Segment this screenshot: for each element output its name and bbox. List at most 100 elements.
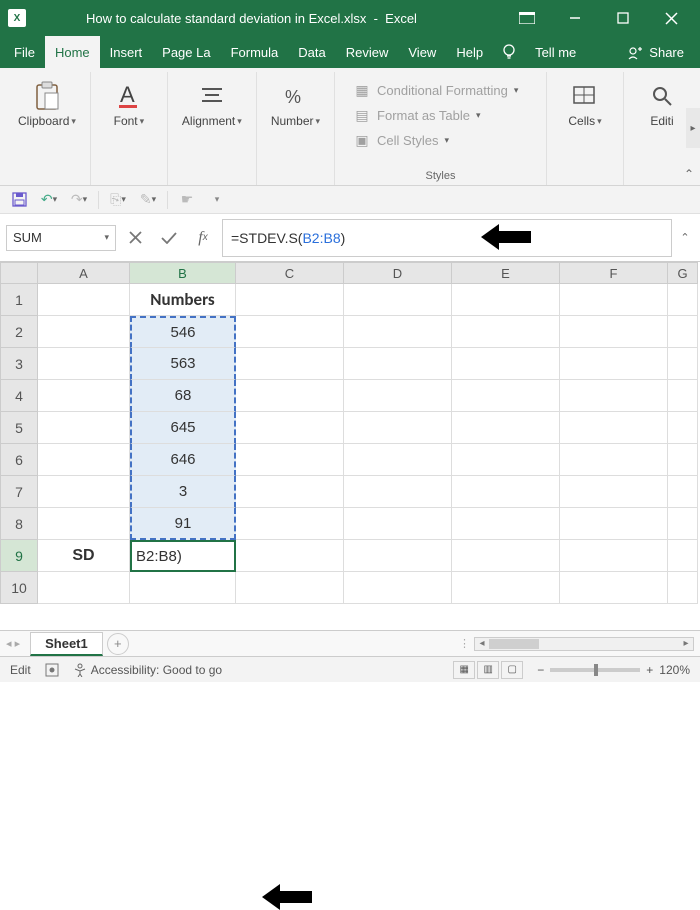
cell-G5[interactable]: [668, 412, 698, 444]
cell-B7[interactable]: 3: [130, 476, 236, 508]
cell-F5[interactable]: [560, 412, 668, 444]
cell-B8[interactable]: 91: [130, 508, 236, 540]
row-header-9[interactable]: 9: [0, 540, 38, 572]
select-all-corner[interactable]: [0, 262, 38, 284]
cell-E8[interactable]: [452, 508, 560, 540]
insert-function-button[interactable]: fx: [188, 225, 218, 251]
cell-C1[interactable]: [236, 284, 344, 316]
cell-C2[interactable]: [236, 316, 344, 348]
undo-button[interactable]: ↶▾: [38, 189, 60, 211]
row-header-8[interactable]: 8: [0, 508, 38, 540]
tab-home[interactable]: Home: [45, 36, 100, 68]
cell-D8[interactable]: [344, 508, 452, 540]
cell-E2[interactable]: [452, 316, 560, 348]
scroll-right-icon[interactable]: ▸: [679, 638, 693, 649]
cell-F1[interactable]: [560, 284, 668, 316]
tell-me-label[interactable]: Tell me: [525, 36, 586, 68]
cell-G2[interactable]: [668, 316, 698, 348]
alignment-button[interactable]: Alignment▾: [176, 76, 248, 132]
cell-C3[interactable]: [236, 348, 344, 380]
col-header-D[interactable]: D: [344, 262, 452, 284]
minimize-button[interactable]: [554, 3, 596, 33]
maximize-button[interactable]: [602, 3, 644, 33]
zoom-out-button[interactable]: −: [537, 663, 544, 677]
cell-G4[interactable]: [668, 380, 698, 412]
name-box[interactable]: SUM ▾: [6, 225, 116, 251]
formula-bar[interactable]: =STDEV.S(B2:B8): [222, 219, 672, 257]
format-as-table-button[interactable]: ▤ Format as Table ▾: [349, 105, 532, 126]
cell-D10[interactable]: [344, 572, 452, 604]
spreadsheet-grid[interactable]: A B C D E F G 1 Numbers 2 546 3 563 4 68…: [0, 262, 700, 630]
cell-G1[interactable]: [668, 284, 698, 316]
tab-view[interactable]: View: [398, 36, 446, 68]
row-header-2[interactable]: 2: [0, 316, 38, 348]
macro-record-icon[interactable]: [45, 663, 59, 677]
cell-A5[interactable]: [38, 412, 130, 444]
zoom-thumb[interactable]: [594, 664, 598, 676]
cell-D1[interactable]: [344, 284, 452, 316]
scroll-thumb[interactable]: [489, 639, 539, 649]
accessibility-status[interactable]: Accessibility: Good to go: [73, 663, 222, 677]
cell-E3[interactable]: [452, 348, 560, 380]
col-header-E[interactable]: E: [452, 262, 560, 284]
row-header-6[interactable]: 6: [0, 444, 38, 476]
cell-G9[interactable]: [668, 540, 698, 572]
row-header-4[interactable]: 4: [0, 380, 38, 412]
cell-C10[interactable]: [236, 572, 344, 604]
tab-insert[interactable]: Insert: [100, 36, 153, 68]
tell-me-bulb-icon[interactable]: [493, 36, 525, 68]
cell-G6[interactable]: [668, 444, 698, 476]
redo-button[interactable]: ↷▾: [68, 189, 90, 211]
tab-page-layout[interactable]: Page La: [152, 36, 220, 68]
cell-A3[interactable]: [38, 348, 130, 380]
cell-D9[interactable]: [344, 540, 452, 572]
cell-B9[interactable]: B2:B8): [130, 540, 236, 572]
tab-formulas[interactable]: Formula: [221, 36, 289, 68]
cell-A8[interactable]: [38, 508, 130, 540]
cell-B2[interactable]: 546: [130, 316, 236, 348]
cell-B1[interactable]: Numbers: [130, 284, 236, 316]
row-header-7[interactable]: 7: [0, 476, 38, 508]
conditional-formatting-button[interactable]: ▦ Conditional Formatting ▾: [349, 80, 532, 101]
cell-G3[interactable]: [668, 348, 698, 380]
cell-B10[interactable]: [130, 572, 236, 604]
cell-D3[interactable]: [344, 348, 452, 380]
horizontal-scrollbar[interactable]: ◂ ▸: [474, 637, 694, 651]
cell-A9[interactable]: SD: [38, 540, 130, 572]
cell-E7[interactable]: [452, 476, 560, 508]
save-button[interactable]: [8, 189, 30, 211]
cell-A1[interactable]: [38, 284, 130, 316]
paste-button[interactable]: Clipboard▾: [12, 76, 82, 132]
cell-F9[interactable]: [560, 540, 668, 572]
collapse-ribbon-icon[interactable]: ⌃: [684, 167, 694, 181]
enter-formula-button[interactable]: [154, 225, 184, 251]
cell-E1[interactable]: [452, 284, 560, 316]
normal-view-button[interactable]: ▦: [453, 661, 475, 679]
cell-D2[interactable]: [344, 316, 452, 348]
cell-F6[interactable]: [560, 444, 668, 476]
cell-styles-button[interactable]: ▣ Cell Styles ▾: [349, 130, 532, 151]
cell-D7[interactable]: [344, 476, 452, 508]
add-sheet-button[interactable]: +: [107, 633, 129, 655]
cell-C7[interactable]: [236, 476, 344, 508]
tab-split-handle[interactable]: ⋮: [459, 637, 470, 650]
qat-button-1[interactable]: ⎘▾: [107, 189, 129, 211]
tab-file[interactable]: File: [4, 36, 45, 68]
page-layout-view-button[interactable]: ▥: [477, 661, 499, 679]
cell-E10[interactable]: [452, 572, 560, 604]
row-header-3[interactable]: 3: [0, 348, 38, 380]
expand-formula-bar[interactable]: ⌃: [676, 231, 694, 244]
cell-D5[interactable]: [344, 412, 452, 444]
cell-D6[interactable]: [344, 444, 452, 476]
share-button[interactable]: Share: [616, 36, 696, 68]
cell-B4[interactable]: 68: [130, 380, 236, 412]
col-header-C[interactable]: C: [236, 262, 344, 284]
close-button[interactable]: [650, 3, 692, 33]
cell-F10[interactable]: [560, 572, 668, 604]
cell-C9[interactable]: [236, 540, 344, 572]
col-header-B[interactable]: B: [130, 262, 236, 284]
cell-C6[interactable]: [236, 444, 344, 476]
cell-E4[interactable]: [452, 380, 560, 412]
scroll-left-icon[interactable]: ◂: [475, 638, 489, 649]
cell-E9[interactable]: [452, 540, 560, 572]
